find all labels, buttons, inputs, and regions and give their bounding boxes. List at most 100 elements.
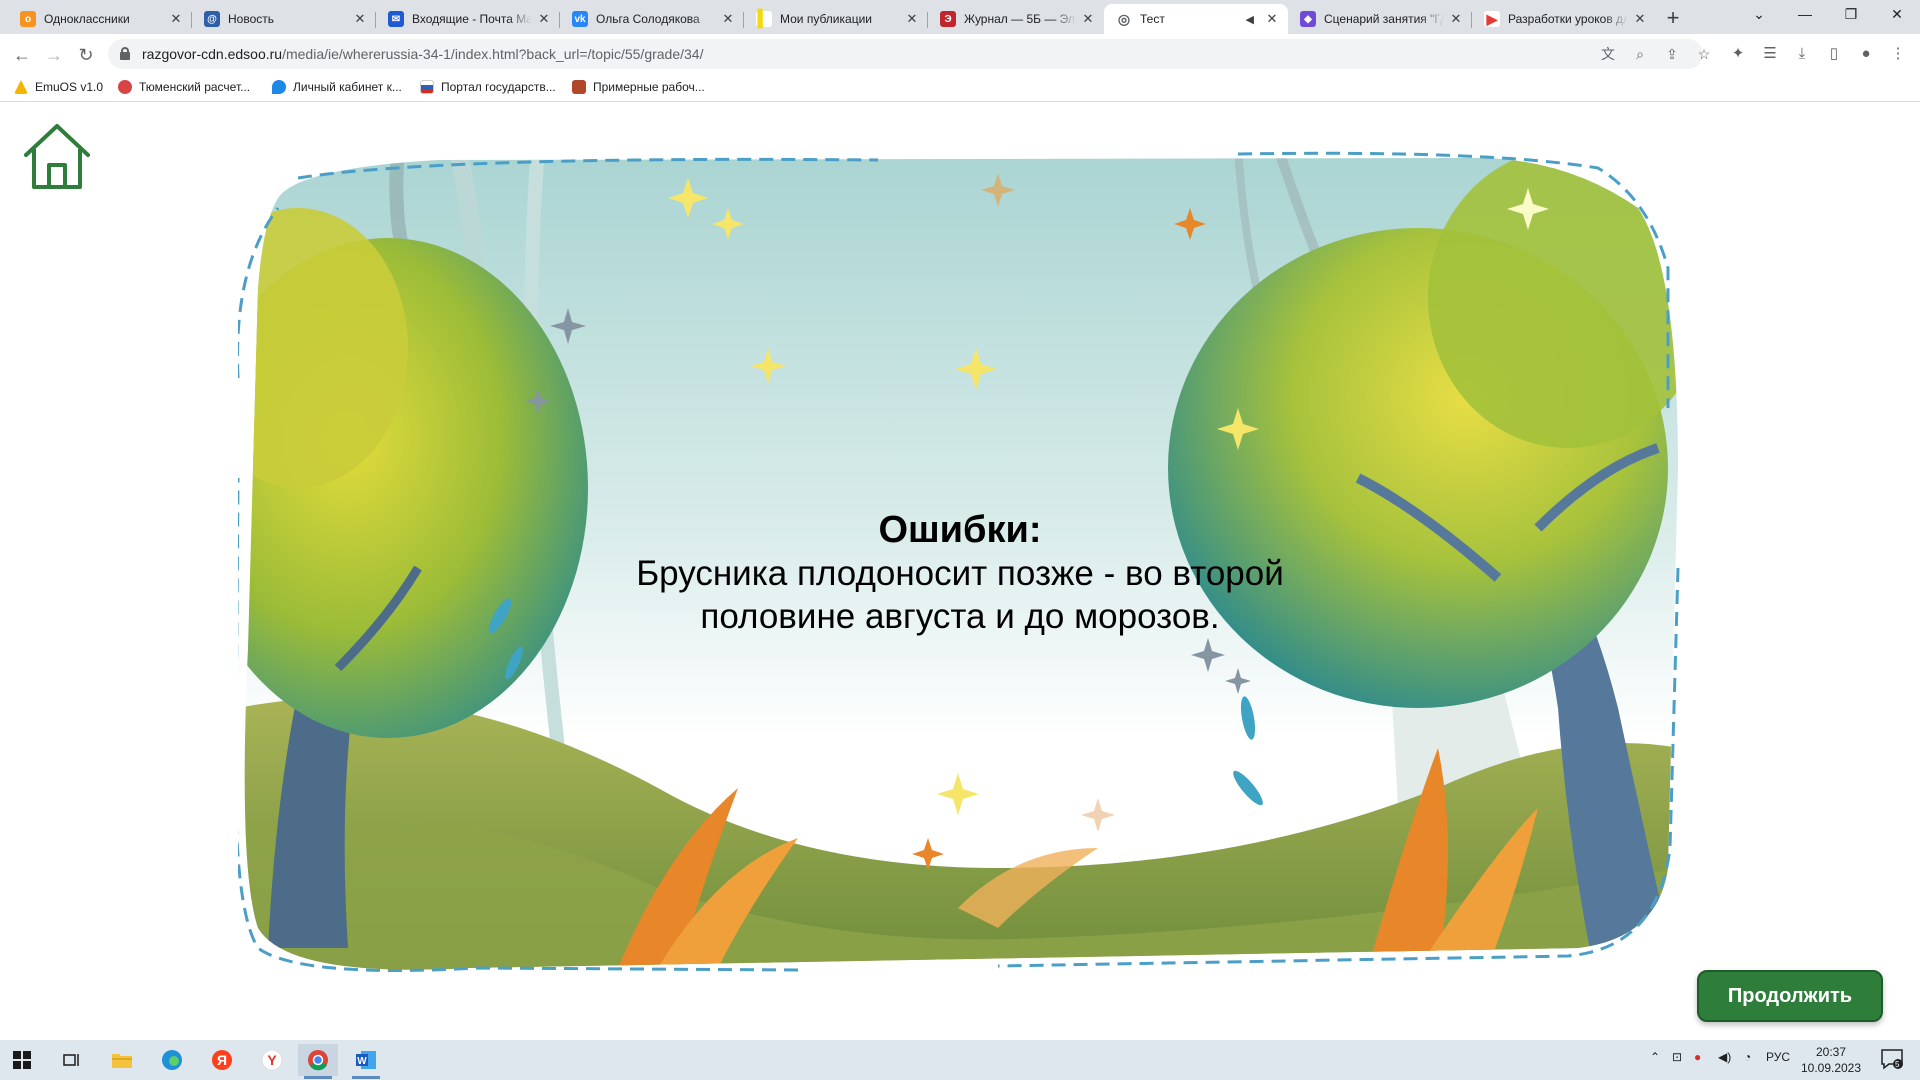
- tab-title: Одноклассники: [44, 12, 130, 26]
- close-tab-icon[interactable]: ✕: [352, 11, 368, 27]
- download-icon[interactable]: ⤓: [1790, 43, 1814, 65]
- warning-triangle-icon: [14, 80, 28, 94]
- tab-title: Ольга Солодякова: [596, 12, 700, 26]
- forward-arrow-icon[interactable]: →: [40, 41, 68, 69]
- url-text[interactable]: razgovor-cdn.edsoo.ru/media/ie/whereruss…: [142, 46, 703, 62]
- volume-icon[interactable]: ◀): [1718, 1050, 1731, 1064]
- chrome-icon[interactable]: [298, 1044, 338, 1079]
- tab-publications[interactable]: ▍ Мои публикации ✕: [744, 4, 928, 34]
- menu-kebab-icon[interactable]: ⋮: [1886, 43, 1910, 65]
- close-tab-icon[interactable]: ✕: [1448, 11, 1464, 27]
- bookmarks-bar: EmuOS v1.0 Тюменский расчет... Личный ка…: [0, 74, 1920, 102]
- reload-icon[interactable]: ↻: [72, 41, 100, 69]
- close-tab-icon[interactable]: ✕: [536, 11, 552, 27]
- media-control-icon[interactable]: ☰: [1758, 43, 1782, 65]
- tab-test-active[interactable]: ◎ Тест ◀︎ ✕: [1104, 4, 1288, 34]
- onedrive-error-icon[interactable]: ●: [1694, 1050, 1701, 1064]
- zoom-icon[interactable]: ⌕: [1630, 45, 1650, 63]
- share-icon[interactable]: ⇪: [1662, 45, 1682, 63]
- word-icon[interactable]: W: [346, 1044, 386, 1079]
- programs-icon: [572, 80, 586, 94]
- tab-title: Входящие - Почта Mail.ru: [412, 12, 532, 26]
- close-tab-icon[interactable]: ✕: [720, 11, 736, 27]
- tab-title: Разработки уроков для: [1508, 12, 1628, 26]
- address-bar[interactable]: razgovor-cdn.edsoo.ru/media/ie/whereruss…: [108, 39, 1710, 69]
- tab-title: Журнал — 5Б — Электронный журнал: [964, 12, 1076, 26]
- notification-count: 5: [1895, 1060, 1900, 1069]
- home-icon[interactable]: [22, 121, 92, 191]
- notification-center-icon[interactable]: 5: [1880, 1048, 1908, 1072]
- tab-novost[interactable]: @ Новость ✕: [192, 4, 376, 34]
- svg-text:Y: Y: [267, 1052, 277, 1068]
- tab-strip: о Одноклассники ✕ @ Новость ✕ ✉ Входящие…: [0, 0, 1920, 34]
- close-tab-icon[interactable]: ✕: [1080, 11, 1096, 27]
- tab-title: Тест: [1140, 12, 1165, 26]
- extensions-icon[interactable]: ✦: [1726, 43, 1750, 65]
- bookmark-gosuslugi[interactable]: Портал государств...: [420, 80, 556, 94]
- close-tab-icon[interactable]: ✕: [904, 11, 920, 27]
- scenario-icon: ◆: [1300, 11, 1316, 27]
- feedback-message: Ошибки: Брусника плодоносит позже - во в…: [560, 508, 1360, 638]
- bookmark-tyumen[interactable]: Тюменский расчет...: [118, 80, 250, 94]
- yandex-icon[interactable]: Я: [202, 1044, 242, 1076]
- svg-text:Я: Я: [217, 1052, 227, 1068]
- usb-device-icon[interactable]: ⊡: [1672, 1050, 1682, 1064]
- profile-avatar-icon[interactable]: ●: [1854, 43, 1878, 65]
- task-view-icon[interactable]: [52, 1044, 92, 1076]
- clock-date: 10.09.2023: [1800, 1061, 1862, 1075]
- bookmark-emuos[interactable]: EmuOS v1.0: [14, 80, 103, 94]
- tyumen-logo-icon: [118, 80, 132, 94]
- yandex-browser-icon[interactable]: Y: [252, 1044, 292, 1076]
- side-panel-icon[interactable]: ▯: [1822, 43, 1846, 65]
- windows-start-icon[interactable]: [2, 1044, 42, 1076]
- russia-flag-icon: [420, 80, 434, 94]
- tab-vk[interactable]: vk Ольга Солодякова ✕: [560, 4, 744, 34]
- close-window-button[interactable]: ✕: [1874, 0, 1920, 30]
- tab-scenario[interactable]: ◆ Сценарий занятия "Где ✕: [1288, 4, 1472, 34]
- windows-taskbar: Я Y W ⌃ ⊡ ● ◀) ◔ РУС 20:37 10.09.2023 5: [0, 1040, 1920, 1080]
- svg-text:W: W: [357, 1056, 367, 1067]
- close-tab-icon[interactable]: ✕: [1632, 11, 1648, 27]
- speaker-muted-icon[interactable]: ◀︎: [1246, 13, 1254, 26]
- dzen-icon: ▍: [756, 11, 772, 28]
- tab-title: Сценарий занятия "Где: [1324, 12, 1444, 26]
- envelope-icon: ✉: [388, 11, 404, 27]
- error-title: Ошибки:: [878, 509, 1042, 551]
- tab-odnoklassniki[interactable]: о Одноклассники ✕: [8, 4, 192, 34]
- journal-icon: Э: [940, 11, 956, 27]
- back-arrow-icon[interactable]: ←: [8, 41, 36, 69]
- globe-icon: ◎: [1116, 10, 1132, 27]
- browser-toolbar: ← → ↻ razgovor-cdn.edsoo.ru/media/ie/whe…: [0, 34, 1920, 74]
- vk-icon: vk: [572, 11, 588, 27]
- restore-button[interactable]: ❐: [1828, 0, 1874, 30]
- network-icon[interactable]: ◔: [1744, 1050, 1751, 1064]
- lock-icon: [120, 47, 130, 60]
- close-tab-icon[interactable]: ✕: [1264, 11, 1280, 27]
- tab-journal[interactable]: Э Журнал — 5Б — Электронный журнал ✕: [928, 4, 1104, 34]
- bookmark-star-icon[interactable]: ☆: [1694, 45, 1714, 63]
- drop-icon: [272, 80, 286, 94]
- tab-title: Мои публикации: [780, 12, 872, 26]
- tab-title: Новость: [228, 12, 275, 26]
- tab-mail[interactable]: ✉ Входящие - Почта Mail.ru ✕: [376, 4, 560, 34]
- language-indicator[interactable]: РУС: [1766, 1050, 1790, 1064]
- odnoklassniki-icon: о: [20, 11, 36, 27]
- system-clock[interactable]: 20:37 10.09.2023: [1798, 1044, 1864, 1076]
- bookmark-programs[interactable]: Примерные рабоч...: [572, 80, 705, 94]
- continue-button[interactable]: Продолжить: [1697, 970, 1883, 1022]
- error-explanation: Брусника плодоносит позже - во второй по…: [636, 554, 1284, 636]
- translate-icon[interactable]: 文: [1598, 45, 1618, 63]
- file-explorer-icon[interactable]: [102, 1044, 142, 1076]
- play-icon: ▶: [1484, 11, 1500, 27]
- edge-browser-icon[interactable]: [152, 1044, 192, 1076]
- new-tab-button[interactable]: +: [1660, 6, 1686, 32]
- minimize-button[interactable]: —: [1782, 0, 1828, 30]
- close-tab-icon[interactable]: ✕: [168, 11, 184, 27]
- bookmark-cabinet[interactable]: Личный кабинет к...: [272, 80, 402, 94]
- show-hidden-icons-icon[interactable]: ⌃: [1650, 1050, 1660, 1064]
- page-content: Ошибки: Брусника плодоносит позже - во в…: [0, 103, 1920, 1040]
- mail-at-icon: @: [204, 11, 220, 27]
- clock-time: 20:37: [1815, 1045, 1847, 1059]
- tab-lessons[interactable]: ▶ Разработки уроков для ✕: [1472, 4, 1656, 34]
- tab-search-icon[interactable]: ⌄: [1736, 0, 1782, 30]
